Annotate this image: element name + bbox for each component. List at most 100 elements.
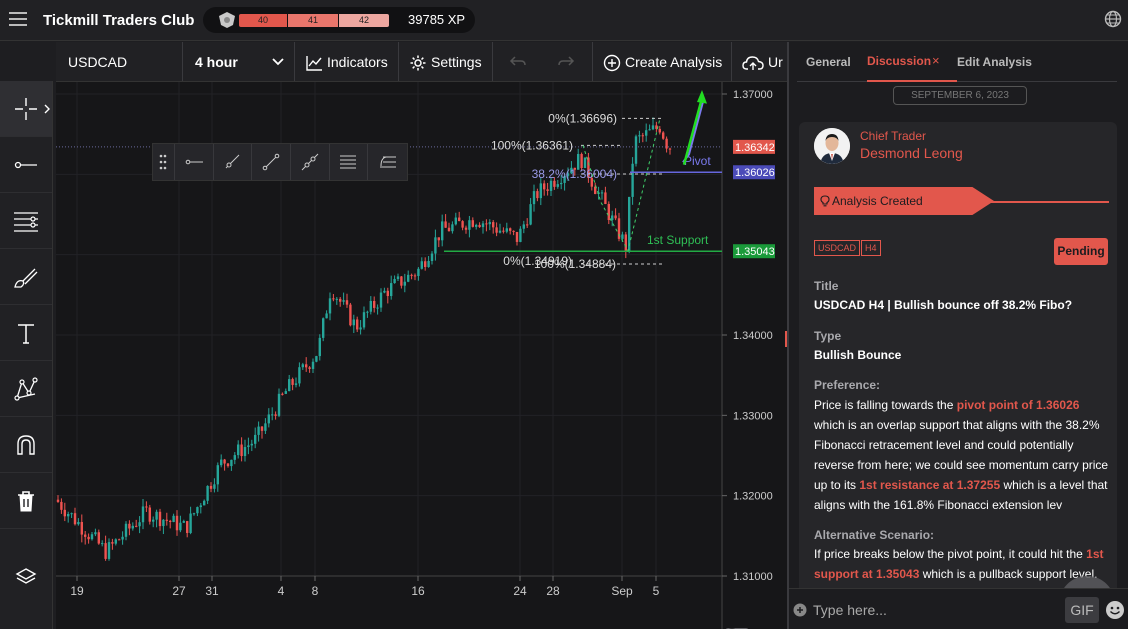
gif-button[interactable]: GIF bbox=[1065, 597, 1099, 623]
candle-body bbox=[407, 274, 410, 282]
candle-body bbox=[383, 290, 386, 293]
price-tick-label: 1.32000 bbox=[733, 491, 773, 503]
drag-handle-icon[interactable] bbox=[153, 144, 175, 180]
crosshair-tool[interactable] bbox=[0, 81, 52, 137]
crosshair-icon bbox=[15, 97, 37, 120]
candle-body bbox=[628, 196, 631, 251]
message-input[interactable] bbox=[813, 599, 1053, 621]
trend-ray-icon[interactable] bbox=[214, 144, 253, 180]
fib-levels-icon[interactable] bbox=[330, 144, 369, 180]
brush-tool[interactable] bbox=[0, 249, 52, 305]
candle-body bbox=[386, 290, 389, 297]
candle-body bbox=[648, 129, 651, 131]
author-name[interactable]: Desmond Leong bbox=[860, 145, 963, 161]
title-value: USDCAD H4 | Bullish bounce off 38.2% Fib… bbox=[814, 298, 1073, 312]
preference-text: Price is falling towards the pivot point… bbox=[814, 398, 1109, 512]
candle-body bbox=[420, 261, 423, 269]
plus-circle-icon[interactable] bbox=[793, 603, 807, 617]
time-tick-label: 5 bbox=[653, 584, 660, 598]
magnet-tool[interactable] bbox=[0, 417, 52, 473]
active-tab-indicator bbox=[867, 80, 957, 82]
candle-body bbox=[668, 148, 672, 150]
candle-body bbox=[250, 443, 253, 446]
horizontal-ray-tool[interactable] bbox=[0, 137, 52, 193]
trend-line-icon[interactable] bbox=[252, 144, 291, 180]
menu-icon[interactable] bbox=[9, 12, 27, 26]
time-tick-label: Sep bbox=[611, 584, 633, 598]
text-tool[interactable] bbox=[0, 305, 52, 361]
tab-general[interactable]: General bbox=[806, 55, 851, 69]
analysis-panel: General Discussion × Edit Analysis SEPTE… bbox=[789, 42, 1128, 629]
candle-body bbox=[651, 125, 655, 130]
candle-body bbox=[243, 447, 247, 457]
candle-body bbox=[158, 511, 162, 527]
candle-body bbox=[121, 536, 124, 540]
parallel-lines-tool[interactable] bbox=[0, 193, 52, 249]
avatar[interactable] bbox=[814, 128, 850, 164]
tab-discussion[interactable]: Discussion bbox=[867, 54, 931, 68]
redo-icon[interactable] bbox=[557, 55, 575, 69]
cloud-upload-icon bbox=[742, 56, 764, 71]
candle-body bbox=[645, 130, 648, 136]
author-role: Chief Trader bbox=[860, 129, 927, 143]
alternative-text: If price breaks below the pivot point, i… bbox=[814, 547, 1104, 581]
title-label: Title bbox=[814, 279, 839, 293]
candle-body bbox=[114, 539, 117, 544]
price-label-text: 1.36342 bbox=[735, 142, 775, 154]
candle-body bbox=[155, 511, 158, 520]
candle-body bbox=[179, 522, 182, 531]
candle-body bbox=[464, 227, 468, 230]
candle-body bbox=[546, 189, 549, 191]
time-tick-label: 19 bbox=[70, 584, 84, 598]
candle-body bbox=[84, 534, 87, 537]
timeframe-select[interactable]: 4 hour bbox=[183, 42, 295, 81]
extended-line-icon[interactable] bbox=[291, 144, 330, 180]
candle-body bbox=[634, 136, 638, 164]
layers-tool[interactable] bbox=[0, 549, 52, 605]
candle-body bbox=[230, 459, 233, 467]
undo-icon[interactable] bbox=[509, 55, 527, 69]
candle-body bbox=[485, 223, 488, 225]
rank-badge-icon bbox=[219, 12, 235, 28]
tab-edit-analysis[interactable]: Edit Analysis bbox=[957, 55, 1032, 69]
close-icon[interactable]: × bbox=[932, 53, 940, 68]
candle-body bbox=[162, 519, 165, 527]
symbol-label: USDCAD bbox=[68, 54, 128, 70]
horizontal-line-icon[interactable] bbox=[175, 144, 214, 180]
fib-extension-icon[interactable] bbox=[368, 144, 407, 180]
create-analysis-button[interactable]: Create Analysis bbox=[593, 42, 732, 81]
candle-body bbox=[427, 260, 430, 267]
candle-body bbox=[515, 231, 519, 242]
globe-icon[interactable] bbox=[1104, 10, 1122, 28]
candle-body bbox=[498, 230, 502, 233]
candle-body bbox=[135, 525, 138, 527]
layers-icon bbox=[15, 568, 37, 584]
pattern-tool[interactable] bbox=[0, 361, 52, 417]
symbol-selector[interactable]: USDCAD bbox=[56, 42, 183, 81]
candle-body bbox=[203, 500, 206, 506]
candle-body bbox=[73, 513, 77, 525]
type-value: Bullish Bounce bbox=[814, 348, 902, 362]
candle-body bbox=[298, 367, 301, 384]
candle-body bbox=[77, 522, 80, 525]
delete-tool[interactable] bbox=[0, 473, 52, 529]
analysis-card: Chief Trader Desmond Leong Analysis Crea… bbox=[799, 122, 1117, 629]
candle-body bbox=[475, 224, 478, 227]
upload-button[interactable]: Ur bbox=[732, 42, 787, 81]
message-composer: GIF bbox=[789, 588, 1128, 629]
candle-body bbox=[658, 128, 661, 133]
candle-body bbox=[301, 364, 304, 368]
candle-body bbox=[152, 519, 155, 522]
candle-body bbox=[67, 514, 70, 517]
analysis-created-banner: Analysis Created bbox=[814, 187, 994, 215]
gear-icon bbox=[410, 55, 426, 71]
settings-button[interactable]: Settings bbox=[399, 42, 493, 81]
candle-body bbox=[97, 532, 100, 544]
candle-body bbox=[254, 434, 257, 444]
xp-progress: 40 41 42 39785 XP bbox=[203, 7, 475, 33]
xp-value: 39785 XP bbox=[408, 12, 466, 27]
emoji-icon[interactable] bbox=[1105, 600, 1125, 620]
candle-body bbox=[481, 223, 485, 228]
candle-body bbox=[101, 543, 104, 545]
indicators-button[interactable]: Indicators bbox=[295, 42, 399, 81]
